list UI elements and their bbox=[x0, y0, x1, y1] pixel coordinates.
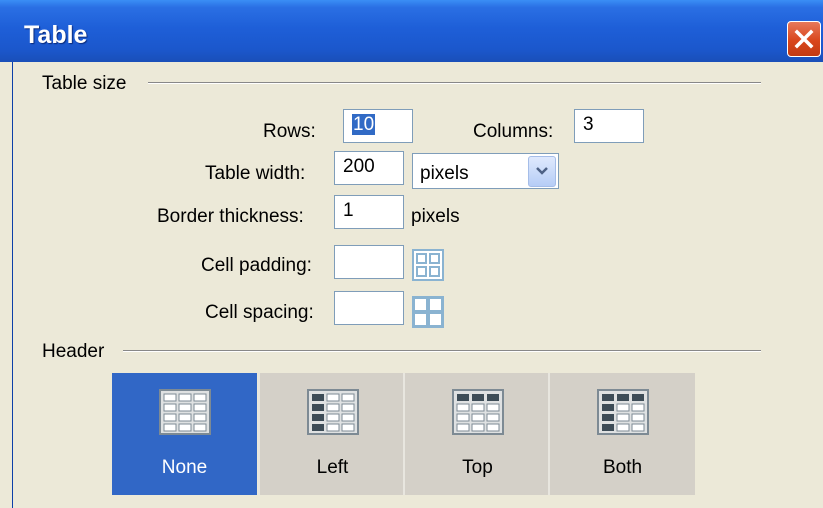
columns-label: Columns: bbox=[473, 121, 554, 142]
header-legend: Header bbox=[42, 341, 111, 363]
table-header-none-icon bbox=[159, 389, 211, 435]
cell-padding-label: Cell padding: bbox=[201, 255, 312, 276]
columns-input[interactable]: 3 bbox=[574, 109, 644, 143]
table-header-both-icon bbox=[597, 389, 649, 435]
window-title: Table bbox=[24, 21, 88, 49]
cell-padding-input[interactable] bbox=[334, 245, 404, 279]
cell-spacing-input[interactable] bbox=[334, 291, 404, 325]
cell-spacing-icon bbox=[412, 296, 444, 328]
cell-padding-icon bbox=[412, 249, 444, 281]
border-thickness-input[interactable]: 1 bbox=[334, 195, 404, 229]
header-option-none[interactable]: None bbox=[112, 373, 257, 495]
width-unit-value: pixels bbox=[420, 163, 469, 184]
rows-label: Rows: bbox=[263, 121, 316, 142]
table-header-left-icon bbox=[307, 389, 359, 435]
table-width-label: Table width: bbox=[205, 163, 306, 184]
border-thickness-label: Border thickness: bbox=[157, 206, 304, 227]
table-size-legend: Table size bbox=[42, 73, 133, 95]
chevron-down-icon bbox=[536, 167, 548, 175]
width-unit-select[interactable]: pixels bbox=[412, 153, 559, 189]
close-button[interactable] bbox=[787, 21, 821, 57]
table-header-top-icon bbox=[452, 389, 504, 435]
header-option-left-label: Left bbox=[316, 457, 349, 478]
header-option-both[interactable]: Both bbox=[550, 373, 695, 495]
border-unit-label: pixels bbox=[411, 206, 460, 227]
cell-spacing-label: Cell spacing: bbox=[205, 302, 314, 323]
header-option-top-label: Top bbox=[462, 457, 493, 478]
header-option-none-label: None bbox=[161, 457, 208, 478]
close-icon bbox=[794, 29, 814, 49]
title-bar[interactable]: Table bbox=[0, 0, 823, 62]
header-option-left[interactable]: Left bbox=[260, 373, 405, 495]
table-size-separator bbox=[148, 82, 761, 84]
header-option-top[interactable]: Top bbox=[405, 373, 550, 495]
rows-input[interactable]: 10 bbox=[343, 109, 413, 143]
header-separator bbox=[123, 350, 761, 352]
table-width-input[interactable]: 200 bbox=[334, 151, 404, 185]
dropdown-arrow-button[interactable] bbox=[528, 156, 556, 187]
header-option-both-label: Both bbox=[602, 457, 643, 478]
